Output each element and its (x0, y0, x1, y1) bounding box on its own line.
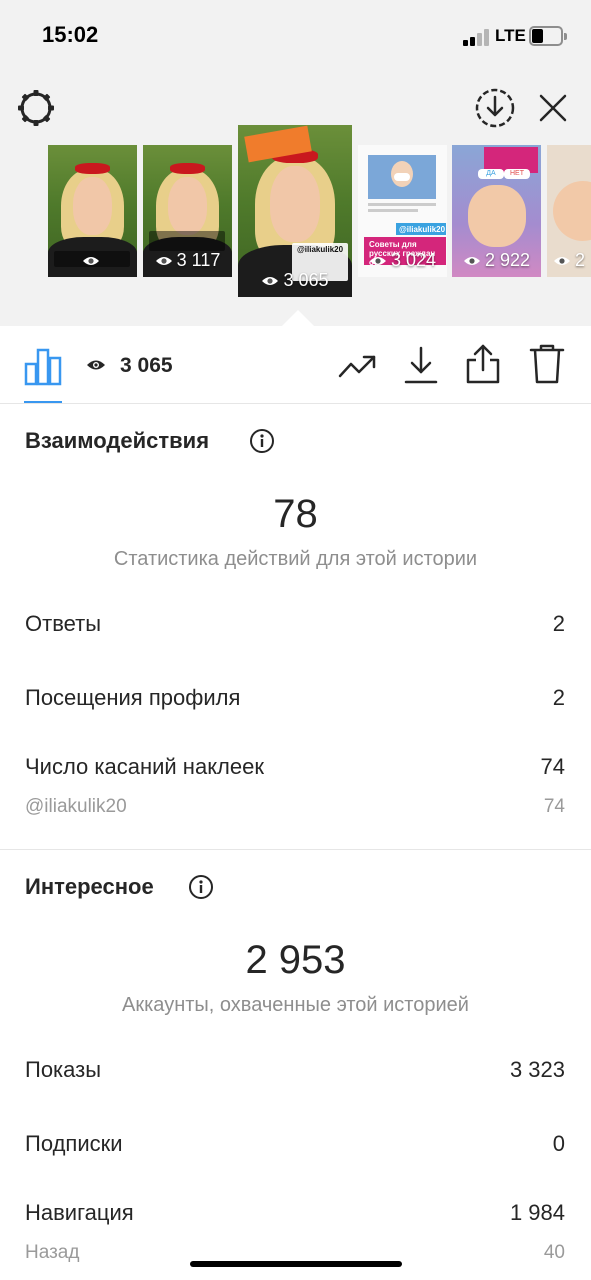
sticker-mention-label: @iliakulik20 (25, 796, 127, 817)
info-icon (189, 875, 213, 899)
story-thumbnail[interactable] (48, 145, 137, 277)
status-time: 15:02 (42, 22, 99, 47)
mention-sticker: @iliakulik20 (297, 245, 344, 254)
promote-button[interactable] (337, 348, 379, 384)
sticker-mention-value: 74 (543, 796, 565, 817)
poll-no: НЕТ (504, 169, 530, 179)
navigation-value: 1 984 (509, 1200, 565, 1225)
signal-icon (463, 28, 491, 46)
views-count: 3 065 (120, 354, 173, 377)
share-icon (466, 344, 500, 384)
status-bar: 15:02 LTE (0, 0, 591, 70)
replies-label: Ответы (25, 611, 102, 636)
impressions-label: Показы (25, 1057, 102, 1082)
profile-visits-label: Посещения профиля (25, 685, 241, 710)
thumbnail-views: 2 (575, 250, 586, 270)
story-thumbnail[interactable]: 3 117 (143, 145, 232, 277)
eye-icon (554, 257, 570, 265)
interactions-caption: Статистика действий для этой истории (113, 548, 478, 570)
download-icon (404, 346, 438, 384)
sticker-taps-value: 74 (540, 754, 565, 779)
story-thumbnail[interactable]: @iliakulik20 Советы для русских граждан … (358, 145, 447, 277)
story-thumbnail-selected[interactable]: @iliakulik20 3 065 (238, 125, 352, 297)
thumbnail-views: 3 117 (176, 250, 221, 270)
close-button[interactable] (531, 86, 575, 130)
follows-label: Подписки (25, 1131, 123, 1156)
section-divider (0, 849, 591, 850)
delete-button[interactable] (528, 342, 566, 386)
thumbnail-views: 3 065 (283, 270, 329, 290)
share-button[interactable] (464, 342, 502, 386)
insights-toolbar: 3 065 (0, 326, 591, 404)
battery-icon (529, 26, 567, 46)
interactions-total: 78 (273, 492, 318, 536)
thumbnail-views: 2 922 (484, 250, 531, 270)
download-button[interactable] (402, 344, 440, 386)
follows-value: 0 (552, 1131, 565, 1156)
trending-icon (338, 355, 376, 378)
bar-chart-icon (24, 348, 62, 386)
close-icon (539, 94, 567, 122)
gear-icon (18, 90, 54, 126)
download-circle-icon (475, 88, 515, 128)
eye-icon (369, 257, 386, 265)
interactions-title: Взаимодействия (25, 428, 210, 453)
active-tab-indicator (24, 401, 62, 403)
mention-sticker: @iliakulik20 (399, 225, 446, 234)
eye-icon (82, 257, 99, 265)
thumbnail-views: 3 024 (390, 250, 437, 270)
insights-tab[interactable] (24, 346, 62, 386)
sticker-taps-label: Число касаний наклеек (25, 754, 264, 779)
story-thumbnail[interactable]: ДА НЕТ 2 922 (452, 145, 541, 277)
impressions-value: 3 323 (509, 1057, 565, 1082)
story-thumbnails: 3 117 @iliakulik20 3 065 @iliakulik20 Со… (0, 125, 591, 300)
info-icon (250, 429, 274, 453)
eye-icon (155, 257, 172, 265)
discovery-caption: Аккаунты, охваченные этой историей (122, 994, 469, 1016)
interactions-info-button[interactable] (249, 428, 275, 454)
eye-icon (262, 277, 279, 285)
profile-visits-value: 2 (552, 685, 565, 710)
settings-button[interactable] (14, 86, 58, 130)
eye-icon (463, 257, 480, 265)
save-story-button[interactable] (473, 86, 517, 130)
poll-yes: ДА (478, 169, 504, 179)
discovery-title: Интересное (25, 874, 154, 899)
discovery-total: 2 953 (245, 938, 346, 982)
story-thumbnail[interactable]: 2 (547, 145, 591, 277)
eye-icon (87, 360, 105, 370)
home-indicator[interactable] (190, 1261, 402, 1267)
trash-icon (529, 344, 565, 384)
replies-value: 2 (552, 611, 565, 636)
network-type: LTE (495, 26, 526, 45)
selected-pointer (282, 310, 314, 326)
discovery-info-button[interactable] (188, 874, 214, 900)
navigation-label: Навигация (25, 1200, 134, 1225)
back-value: 40 (543, 1242, 565, 1263)
back-label: Назад (25, 1242, 80, 1263)
